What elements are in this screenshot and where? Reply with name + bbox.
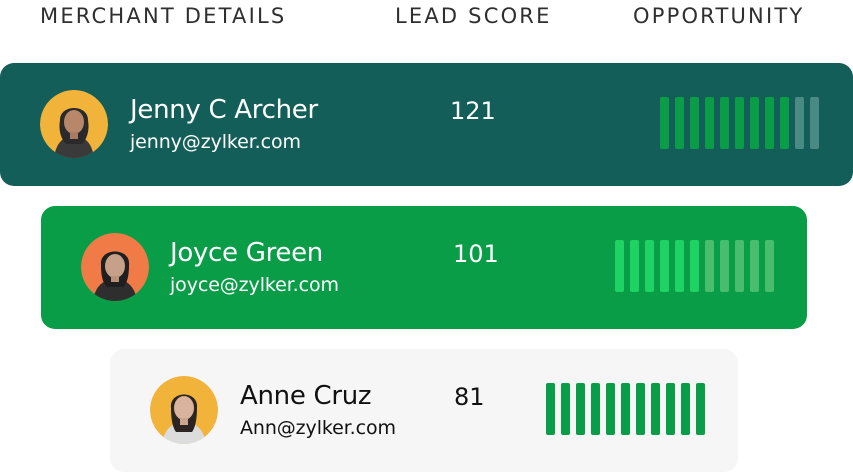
opportunity-meter [660,97,819,149]
merchant-card-jenny[interactable]: Jenny C Archer jenny@zylker.com 121 [0,63,853,186]
opportunity-bar-filled [561,383,570,435]
column-header-opportunity: OPPORTUNITY [633,4,805,28]
merchant-name: Joyce Green [170,238,323,268]
opportunity-bar-empty [720,240,729,292]
opportunity-bar-filled [690,97,699,149]
merchant-email: jenny@zylker.com [130,131,301,153]
opportunity-bar-filled [675,240,684,292]
opportunity-bar-filled [660,97,669,149]
opportunity-bar-filled [645,240,654,292]
merchant-name: Jenny C Archer [130,95,318,125]
table-header: MERCHANT DETAILS LEAD SCORE OPPORTUNITY [0,4,853,32]
opportunity-bar-empty [765,240,774,292]
opportunity-bar-filled [690,240,699,292]
opportunity-bar-filled [720,97,729,149]
opportunity-bar-filled [606,383,615,435]
lead-score-value: 121 [450,97,496,125]
opportunity-bar-filled [591,383,600,435]
opportunity-bar-filled [750,97,759,149]
opportunity-bar-empty [750,240,759,292]
opportunity-bar-empty [735,240,744,292]
opportunity-bar-filled [546,383,555,435]
opportunity-bar-filled [765,97,774,149]
opportunity-bar-filled [666,383,675,435]
merchant-name: Anne Cruz [240,381,372,411]
column-header-lead-score: LEAD SCORE [395,4,552,28]
opportunity-bar-filled [696,383,705,435]
opportunity-bar-empty [810,97,819,149]
opportunity-bar-filled [681,383,690,435]
lead-score-value: 101 [453,240,499,268]
lead-score-value: 81 [454,383,485,411]
opportunity-bar-filled [780,97,789,149]
opportunity-bar-filled [576,383,585,435]
avatar [150,376,218,444]
opportunity-bar-filled [636,383,645,435]
opportunity-bar-filled [675,97,684,149]
column-header-merchant-details: MERCHANT DETAILS [40,4,287,28]
avatar [40,90,108,158]
merchant-card-joyce[interactable]: Joyce Green joyce@zylker.com 101 [41,206,807,329]
opportunity-bar-filled [705,97,714,149]
opportunity-bar-filled [735,97,744,149]
opportunity-meter [615,240,774,292]
opportunity-bar-filled [660,240,669,292]
opportunity-bar-filled [651,383,660,435]
avatar [81,233,149,301]
opportunity-bar-filled [615,240,624,292]
merchant-card-anne[interactable]: Anne Cruz Ann@zylker.com 81 [110,349,738,472]
opportunity-bar-filled [630,240,639,292]
opportunity-bar-filled [621,383,630,435]
merchant-email: joyce@zylker.com [170,274,339,296]
opportunity-bar-empty [705,240,714,292]
opportunity-bar-empty [795,97,804,149]
merchant-email: Ann@zylker.com [240,417,396,439]
opportunity-meter [546,383,705,435]
